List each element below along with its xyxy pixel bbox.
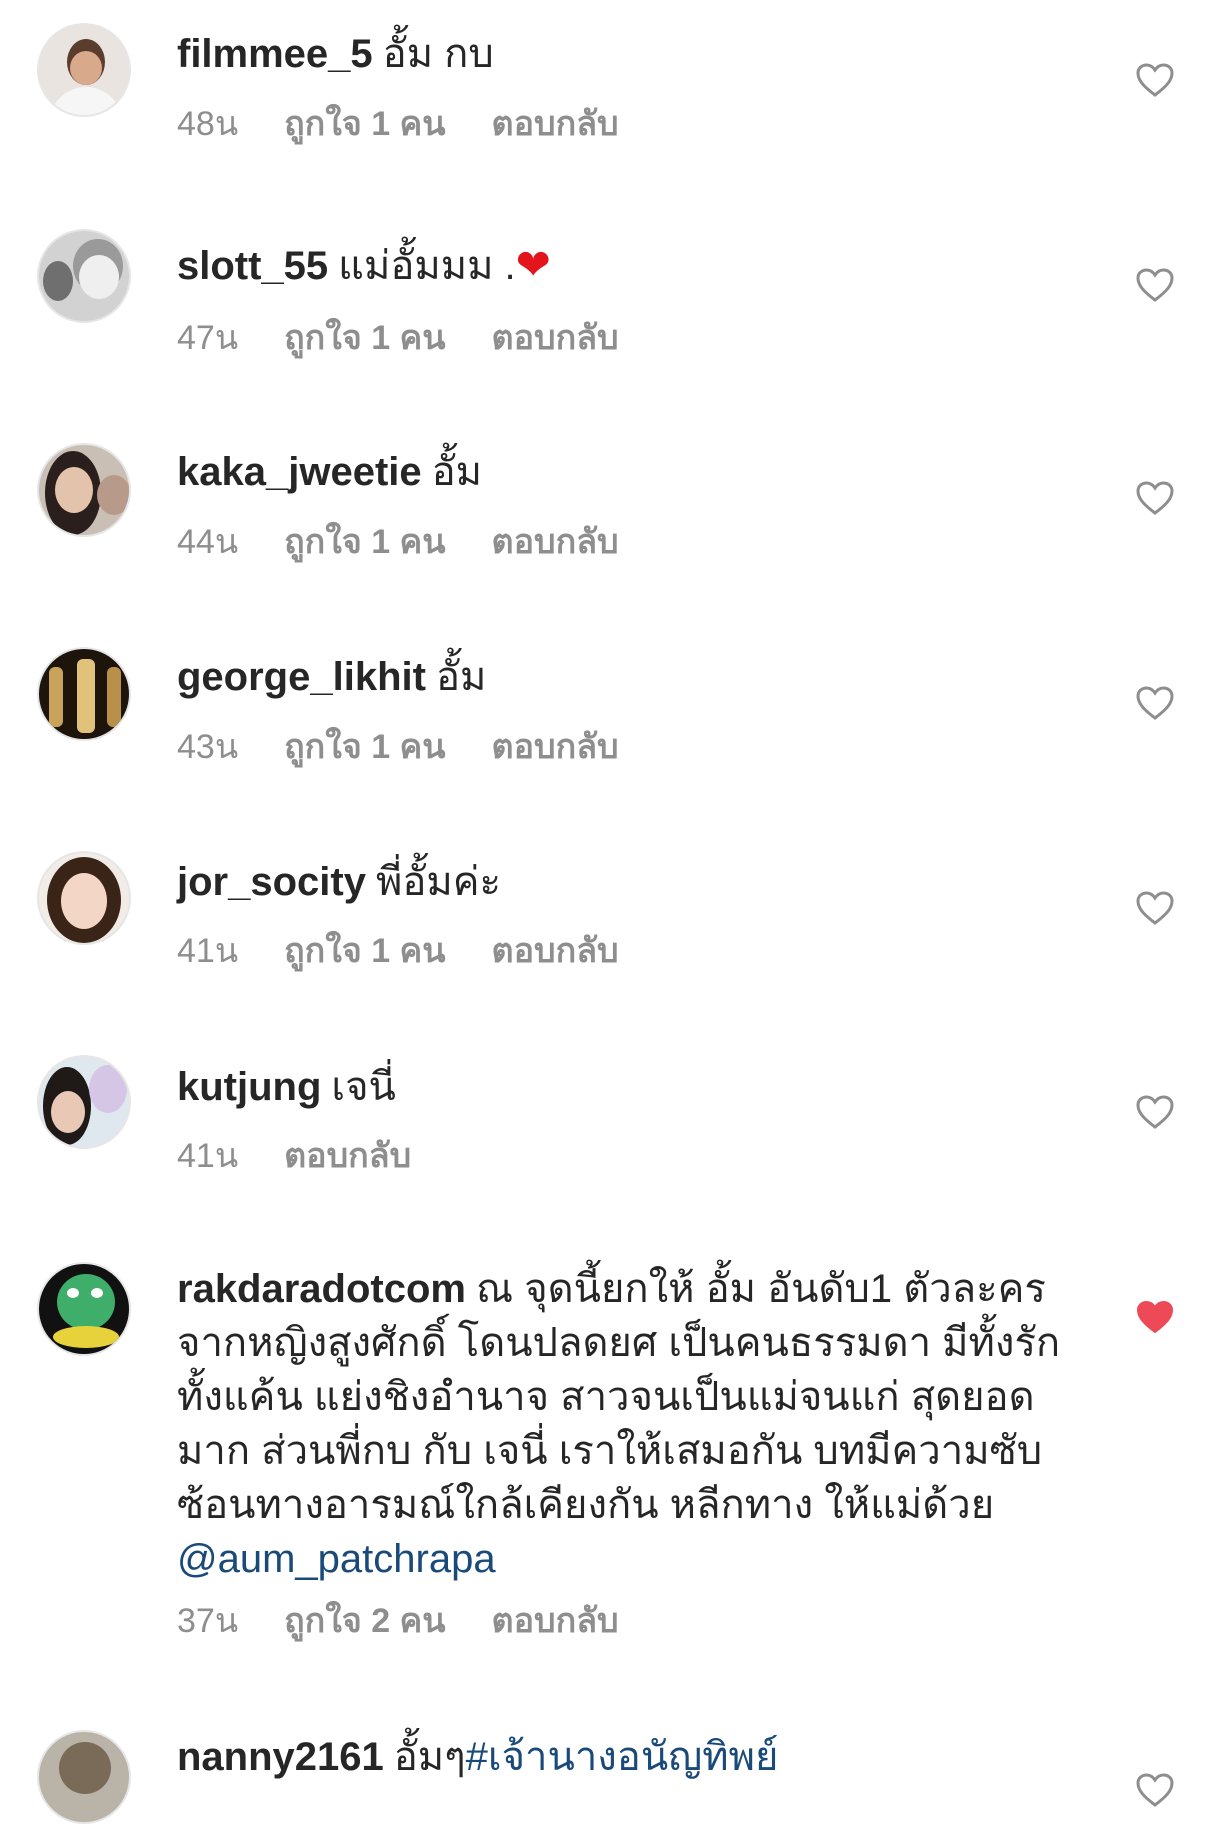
comment-meta: 48น ถูกใจ 1 คน ตอบกลับ	[177, 104, 665, 144]
heart-emoji: ❤	[515, 241, 551, 288]
reply-button[interactable]: ตอบกลับ	[492, 522, 619, 562]
comment-username[interactable]: nanny2161	[177, 1735, 384, 1779]
comment-text: rakdaradotcom ณ จุดนี้ยกให้ อั้ม อันดับ1 …	[177, 1262, 1077, 1586]
comment-time: 44น	[177, 523, 239, 561]
comment-time: 43น	[177, 728, 239, 766]
like-button[interactable]	[1135, 1299, 1175, 1335]
heart-outline-icon	[1136, 1095, 1174, 1129]
like-button[interactable]	[1135, 1772, 1175, 1808]
hashtag-link[interactable]: #เจ้านางอนัญทิพย์	[466, 1735, 779, 1779]
reply-button[interactable]: ตอบกลับ	[492, 727, 619, 767]
comment-username[interactable]: kaka_jweetie	[177, 450, 422, 494]
comment-body-line: มาก ส่วนพี่กบ กับ เจนี่ เราให้เสมอกัน บท…	[177, 1429, 1043, 1473]
avatar[interactable]	[37, 647, 131, 741]
avatar[interactable]	[37, 1055, 131, 1149]
like-button[interactable]	[1135, 480, 1175, 516]
heart-filled-icon	[1136, 1300, 1174, 1334]
comment-meta: 37น ถูกใจ 2 คน ตอบกลับ	[177, 1601, 665, 1641]
comment-text: jor_socity พี่อั้มค่ะ	[177, 855, 1077, 909]
comment-meta: 44น ถูกใจ 1 คน ตอบกลับ	[177, 522, 665, 562]
comment-meta: 47น ถูกใจ 1 คน ตอบกลับ	[177, 318, 665, 358]
avatar[interactable]	[37, 851, 131, 945]
comment-body: อั้ม	[431, 450, 483, 494]
comment-time: 41น	[177, 1137, 239, 1175]
comment-body: พี่อั้มค่ะ	[375, 860, 501, 904]
comment-time: 47น	[177, 319, 239, 357]
comment-body: อั้มๆ	[393, 1735, 466, 1779]
avatar[interactable]	[37, 23, 131, 117]
heart-outline-icon	[1136, 268, 1174, 302]
comment-like-count[interactable]: ถูกใจ 1 คน	[284, 727, 445, 767]
heart-outline-icon	[1136, 686, 1174, 720]
comment-meta: 43น ถูกใจ 1 คน ตอบกลับ	[177, 727, 665, 767]
comment-body-line: ทั้งแค้น แย่งชิงอำนาจ สาวจนเป็นแม่จนแก่ …	[177, 1375, 1035, 1419]
comment-meta: 41น ถูกใจ 1 คน ตอบกลับ	[177, 931, 665, 971]
comment-username[interactable]: kutjung	[177, 1065, 321, 1109]
comment-like-count[interactable]: ถูกใจ 1 คน	[284, 104, 445, 144]
like-button[interactable]	[1135, 890, 1175, 926]
heart-outline-icon	[1136, 891, 1174, 925]
reply-button[interactable]: ตอบกลับ	[284, 1136, 411, 1176]
avatar[interactable]	[37, 1730, 131, 1824]
comment-body-line: จากหญิงสูงศักดิ์ โดนปลดยศ เป็นคนธรรมดา ม…	[177, 1321, 1061, 1365]
reply-button[interactable]: ตอบกลับ	[492, 931, 619, 971]
comment-username[interactable]: filmmee_5	[177, 32, 373, 76]
comment-body-line: ณ จุดนี้ยกให้ อั้ม อันดับ1 ตัวละคร	[475, 1267, 1046, 1311]
comment-body: แม่อั้มมม .	[338, 244, 516, 288]
comment-text: nanny2161 อั้มๆ#เจ้านางอนัญทิพย์	[177, 1730, 1077, 1784]
heart-outline-icon	[1136, 63, 1174, 97]
comment-body: อั้ม กบ	[382, 32, 494, 76]
comment-like-count[interactable]: ถูกใจ 1 คน	[284, 522, 445, 562]
like-button[interactable]	[1135, 685, 1175, 721]
comment-text: george_likhit อั้ม	[177, 650, 1077, 704]
comment-body: อั้ม	[435, 655, 487, 699]
comment-time: 48น	[177, 105, 239, 143]
like-button[interactable]	[1135, 267, 1175, 303]
comment-meta: 41น ตอบกลับ	[177, 1136, 457, 1176]
comment-username[interactable]: george_likhit	[177, 655, 426, 699]
avatar[interactable]	[37, 229, 131, 323]
comment-username[interactable]: jor_socity	[177, 860, 366, 904]
avatar[interactable]	[37, 443, 131, 537]
comment-text: kutjung เจนี่	[177, 1060, 1077, 1114]
reply-button[interactable]: ตอบกลับ	[492, 104, 619, 144]
comment-text: slott_55 แม่อั้มมม .❤	[177, 238, 1077, 293]
comment-like-count[interactable]: ถูกใจ 2 คน	[284, 1601, 445, 1641]
reply-button[interactable]: ตอบกลับ	[492, 1601, 619, 1641]
like-button[interactable]	[1135, 1094, 1175, 1130]
comment-like-count[interactable]: ถูกใจ 1 คน	[284, 931, 445, 971]
mention-link[interactable]: @aum_patchrapa	[177, 1537, 496, 1581]
comment-like-count[interactable]: ถูกใจ 1 คน	[284, 318, 445, 358]
comment-text: filmmee_5 อั้ม กบ	[177, 27, 1077, 81]
reply-button[interactable]: ตอบกลับ	[492, 318, 619, 358]
heart-outline-icon	[1136, 481, 1174, 515]
comment-text: kaka_jweetie อั้ม	[177, 445, 1077, 499]
comment-time: 37น	[177, 1602, 239, 1640]
comment-username[interactable]: rakdaradotcom	[177, 1267, 466, 1311]
heart-outline-icon	[1136, 1773, 1174, 1807]
avatar[interactable]	[37, 1262, 131, 1356]
comment-body-line: ซ้อนทางอารมณ์ใกล้เคียงกัน หลีกทาง ให้แม่…	[177, 1483, 995, 1527]
comment-username[interactable]: slott_55	[177, 244, 328, 288]
comment-time: 41น	[177, 932, 239, 970]
comment-body: เจนี่	[331, 1065, 396, 1109]
like-button[interactable]	[1135, 62, 1175, 98]
